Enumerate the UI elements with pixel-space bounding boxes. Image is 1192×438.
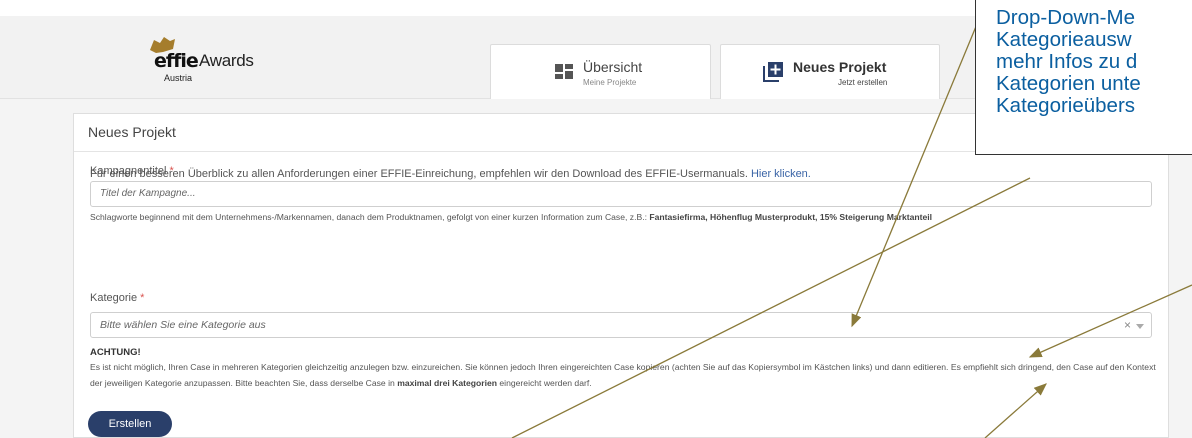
category-label: Kategorie *: [90, 292, 144, 304]
callout-line-3: mehr Infos zu d: [996, 50, 1138, 73]
chevron-down-icon[interactable]: [1136, 324, 1144, 329]
new-project-panel: Neues Projekt Für einen besseren Überbli…: [73, 113, 1169, 438]
campaign-title-hint: Schlagworte beginnend mit dem Unternehme…: [90, 209, 1160, 225]
usermanual-link[interactable]: Hier klicken.: [751, 168, 811, 180]
dashboard-icon: [555, 64, 573, 79]
required-asterisk: *: [169, 165, 174, 177]
logo-region: Austria: [164, 73, 193, 83]
callout-line-4: Kategorien unte: [996, 72, 1141, 95]
nav-neues-projekt-title: Neues Projekt: [793, 59, 887, 75]
campaign-hint-example: Fantasiefirma, Höhenflug Musterprodukt, …: [649, 212, 933, 222]
callout-line-5: Kategorieübers: [996, 94, 1136, 117]
intro-text: Für einen besseren Überblick zu allen An…: [90, 168, 811, 180]
add-project-icon: [763, 62, 783, 82]
logo-brand: effie: [154, 50, 199, 72]
annotation-callout: Drop-Down-Me Kategorieausw mehr Infos zu…: [975, 0, 1192, 155]
campaign-title-label-text: Kampagnentitel: [90, 165, 167, 177]
effie-awards-logo[interactable]: effie Awards Austria: [148, 36, 278, 86]
campaign-title-label: Kampagnentitel *: [90, 165, 174, 177]
campaign-hint-text: Schlagworte beginnend mit dem Unternehme…: [90, 212, 647, 222]
nav-neues-projekt-subtitle: Jetzt erstellen: [838, 78, 888, 87]
intro-sentence: Für einen besseren Überblick zu allen An…: [90, 168, 748, 180]
nav-uebersicht[interactable]: Übersicht Meine Projekte: [490, 44, 711, 106]
nav-uebersicht-title: Übersicht: [583, 59, 643, 75]
clear-selection-icon[interactable]: ×: [1124, 318, 1131, 332]
warning-text-part-1: Es ist nicht möglich, Ihren Case in mehr…: [90, 362, 1156, 388]
logo-suffix: Awards: [199, 51, 254, 70]
warning-text: Es ist nicht möglich, Ihren Case in mehr…: [90, 359, 1160, 391]
campaign-title-placeholder: Titel der Kampagne...: [100, 188, 196, 199]
category-label-text: Kategorie: [90, 292, 138, 304]
create-button[interactable]: Erstellen: [88, 411, 172, 437]
nav-uebersicht-subtitle: Meine Projekte: [583, 78, 637, 87]
panel-title: Neues Projekt: [88, 124, 176, 140]
callout-line-2: Kategorieausw: [996, 28, 1132, 51]
warning-text-bold: maximal drei Kategorien: [397, 378, 498, 388]
required-asterisk: *: [140, 292, 145, 304]
campaign-title-input[interactable]: Titel der Kampagne...: [90, 181, 1152, 207]
category-select[interactable]: Bitte wählen Sie eine Kategorie aus ×: [90, 312, 1152, 338]
callout-line-1: Drop-Down-Me: [996, 6, 1135, 29]
category-placeholder: Bitte wählen Sie eine Kategorie aus: [100, 319, 266, 331]
warning-title: ACHTUNG!: [90, 347, 141, 358]
nav-neues-projekt[interactable]: Neues Projekt Jetzt erstellen: [720, 44, 940, 106]
warning-text-part-2: eingereicht werden darf.: [499, 378, 592, 388]
